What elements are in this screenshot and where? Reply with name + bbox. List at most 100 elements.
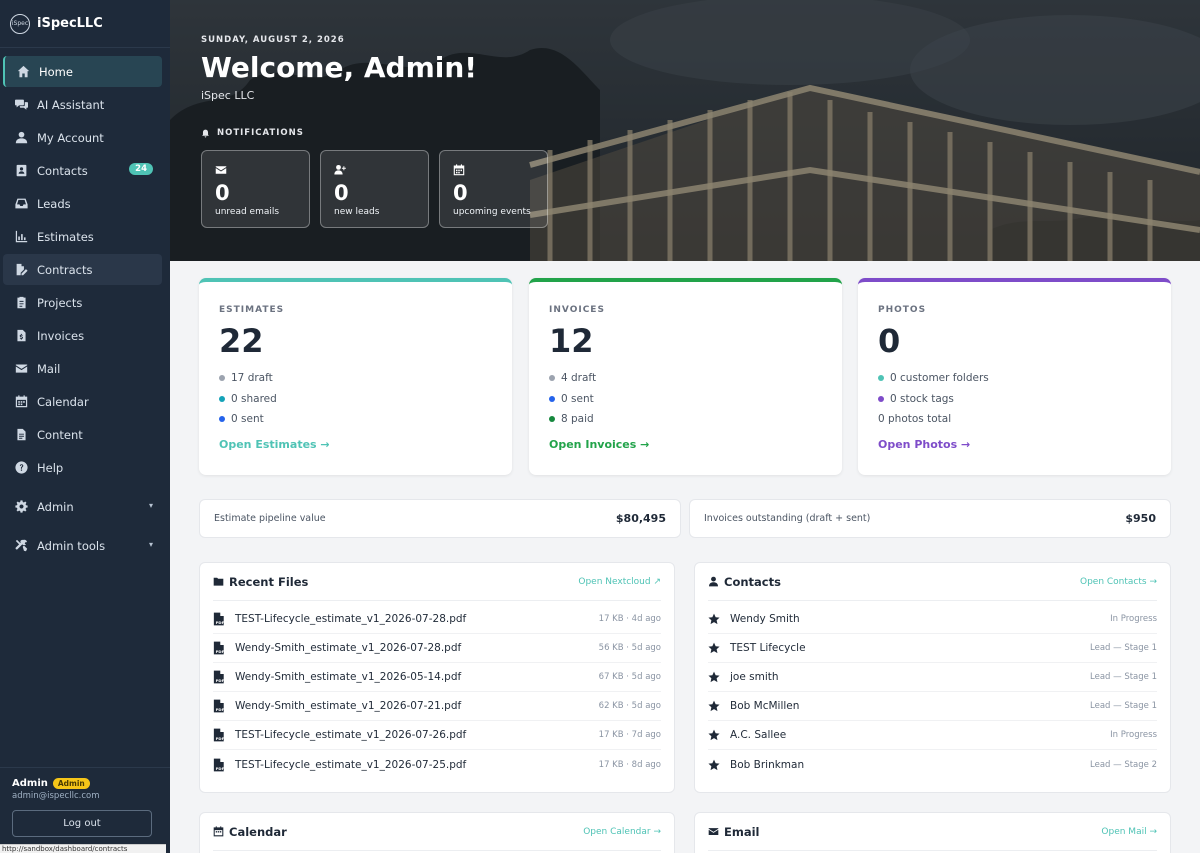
file-name[interactable]: Wendy-Smith_estimate_v1_2026-07-21.pdf [235, 700, 461, 712]
open-nextcloud-link[interactable]: Open Nextcloud ↗ [578, 577, 661, 587]
contact-name[interactable]: joe smith [730, 671, 779, 683]
star-icon [708, 700, 720, 712]
invoice-icon [14, 329, 28, 343]
file-name[interactable]: Wendy-Smith_estimate_v1_2026-07-28.pdf [235, 642, 461, 654]
notification-card-events[interactable]: 0 upcoming events [439, 150, 548, 228]
user-panel: Admin Admin admin@ispecllc.com Log out [0, 767, 170, 853]
notification-card-emails[interactable]: 0 unread emails [201, 150, 310, 228]
sidebar-item-label: Contracts [37, 262, 93, 277]
sidebar-item-mail[interactable]: Mail [3, 353, 162, 384]
file-name[interactable]: Wendy-Smith_estimate_v1_2026-05-14.pdf [235, 671, 461, 683]
sidebar-item-calendar[interactable]: Calendar [3, 386, 162, 417]
tools-icon [14, 539, 28, 553]
contact-name[interactable]: Bob McMillen [730, 700, 799, 712]
file-name[interactable]: TEST-Lifecycle_estimate_v1_2026-07-26.pd… [235, 729, 466, 741]
sidebar-item-content[interactable]: Content [3, 419, 162, 450]
file-row[interactable]: PDF Wendy-Smith_estimate_v1_2026-07-28.pd… [213, 634, 661, 663]
open-mail-link[interactable]: Open Mail → [1101, 827, 1157, 837]
open-contacts-link[interactable]: Open Contacts → [1080, 577, 1157, 587]
user-icon [14, 131, 28, 145]
sidebar-item-help[interactable]: Help [3, 452, 162, 483]
user-email: admin@ispecllc.com [12, 791, 100, 801]
file-row[interactable]: PDF TEST-Lifecycle_estimate_v1_2026-07-28… [213, 605, 661, 634]
file-meta: 62 KB · 5d ago [598, 701, 661, 711]
open-calendar-link[interactable]: Open Calendar → [583, 827, 661, 837]
card-value: 12 [549, 322, 594, 360]
svg-text:PDF: PDF [216, 736, 225, 741]
star-icon [708, 729, 720, 741]
sidebar-item-label: Leads [37, 196, 71, 211]
user-plus-icon [334, 164, 346, 175]
sidebar-item-invoices[interactable]: Invoices [3, 320, 162, 351]
card-title: PHOTOS [878, 305, 927, 315]
brand-logo: iSpec [10, 13, 30, 34]
file-name[interactable]: TEST-Lifecycle_estimate_v1_2026-07-25.pd… [235, 759, 466, 771]
pdf-file-icon: PDF [213, 612, 225, 626]
file-name[interactable]: TEST-Lifecycle_estimate_v1_2026-07-28.pd… [235, 613, 466, 625]
star-icon [708, 759, 720, 770]
folder-icon [213, 577, 224, 586]
notification-card-leads[interactable]: 0 new leads [320, 150, 429, 228]
stat-row: 0 sent [219, 409, 492, 430]
sidebar-item-label: AI Assistant [37, 97, 105, 112]
file-row[interactable]: PDF TEST-Lifecycle_estimate_v1_2026-07-26… [213, 721, 661, 750]
sidebar-item-admin[interactable]: Admin ▾ [3, 491, 162, 522]
gear-icon [14, 500, 28, 514]
contact-name[interactable]: Bob Brinkman [730, 759, 804, 771]
stat-row: 0 stock tags [878, 389, 1151, 410]
bell-icon [202, 129, 209, 137]
sidebar-item-projects[interactable]: Projects [3, 287, 162, 318]
file-meta: 56 KB · 5d ago [598, 643, 661, 653]
open-invoices-link[interactable]: Open Invoices → [549, 438, 822, 451]
address-book-icon [14, 164, 28, 178]
contact-status: Lead — Stage 1 [1090, 672, 1157, 682]
sidebar-item-estimates[interactable]: Estimates [3, 221, 162, 252]
chevron-down-icon: ▾ [148, 540, 153, 549]
help-icon [14, 461, 28, 475]
contact-row[interactable]: joe smith Lead — Stage 1 [708, 663, 1157, 692]
contact-row[interactable]: Wendy Smith In Progress [708, 605, 1157, 634]
contact-status: Lead — Stage 1 [1090, 701, 1157, 711]
user-icon [709, 576, 718, 587]
contact-row[interactable]: Bob Brinkman Lead — Stage 2 [708, 750, 1157, 779]
chart-icon [14, 230, 28, 244]
sidebar-item-home[interactable]: Home [3, 56, 162, 87]
svg-text:PDF: PDF [216, 649, 225, 654]
logout-button[interactable]: Log out [12, 810, 152, 837]
file-row[interactable]: PDF TEST-Lifecycle_estimate_v1_2026-07-25… [213, 750, 661, 779]
sidebar-item-admin-tools[interactable]: Admin tools ▾ [3, 530, 162, 561]
sidebar-item-label: Calendar [37, 394, 89, 409]
envelope-icon [215, 166, 227, 174]
file-row[interactable]: PDF Wendy-Smith_estimate_v1_2026-07-21.pd… [213, 692, 661, 721]
open-photos-link[interactable]: Open Photos → [878, 438, 1151, 451]
file-row[interactable]: PDF Wendy-Smith_estimate_v1_2026-05-14.pd… [213, 663, 661, 692]
contacts-count-badge: 24 [129, 163, 153, 175]
sidebar-item-label: Admin tools [37, 538, 106, 553]
sidebar-item-my-account[interactable]: My Account [3, 122, 162, 153]
sidebar-item-contracts[interactable]: Contracts [3, 254, 162, 285]
card-value: 22 [219, 322, 264, 360]
chat-icon [14, 98, 28, 112]
sidebar-item-contacts[interactable]: Contacts 24 [3, 155, 162, 186]
home-icon [16, 65, 30, 79]
contacts-panel: Contacts Open Contacts → Wendy Smith In P… [694, 562, 1171, 793]
brand[interactable]: iSpec iSpecLLC [0, 0, 170, 48]
contact-row[interactable]: TEST Lifecycle Lead — Stage 1 [708, 634, 1157, 663]
contact-name[interactable]: A.C. Sallee [730, 729, 786, 741]
sidebar-item-leads[interactable]: Leads [3, 188, 162, 219]
sidebar-item-ai-assistant[interactable]: AI Assistant [3, 89, 162, 120]
contact-name[interactable]: TEST Lifecycle [730, 642, 806, 654]
stat-row: 0 customer folders [878, 368, 1151, 389]
outstanding-label: Invoices outstanding (draft + sent) [704, 513, 871, 524]
sidebar-item-label: Contacts [37, 163, 88, 178]
calendar-panel: Calendar Open Calendar → [199, 812, 675, 853]
notification-count: 0 [334, 181, 349, 205]
stat-row: 0 sent [549, 389, 822, 410]
contact-row[interactable]: A.C. Sallee In Progress [708, 721, 1157, 750]
contact-row[interactable]: Bob McMillen Lead — Stage 1 [708, 692, 1157, 721]
outstanding-invoices-bar: Invoices outstanding (draft + sent) $950 [689, 499, 1171, 538]
open-estimates-link[interactable]: Open Estimates → [219, 438, 492, 451]
notifications-heading: NOTIFICATIONS [201, 128, 304, 138]
invoices-card: INVOICES 12 4 draft 0 sent 8 paid Open I… [529, 278, 842, 475]
contact-name[interactable]: Wendy Smith [730, 613, 800, 625]
